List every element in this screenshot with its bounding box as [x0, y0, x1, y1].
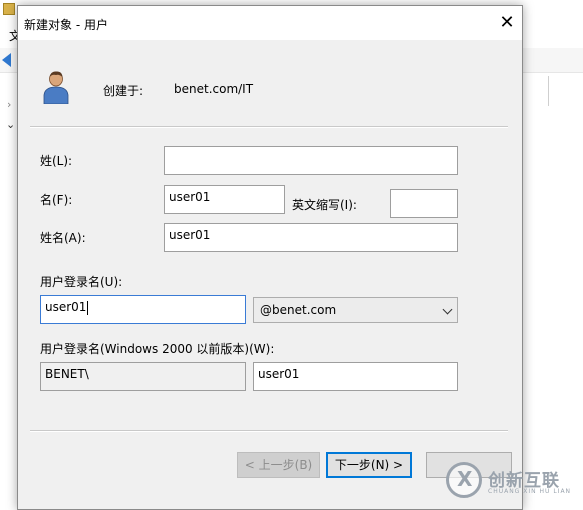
pre2000-logon-label: 用户登录名(Windows 2000 以前版本)(W): — [40, 342, 275, 356]
initials-label: 英文缩写(I): — [292, 198, 357, 212]
new-object-user-dialog: 新建对象 - 用户 ✕ 创建于: benet.com/IT 姓(L): 名(F)… — [17, 5, 523, 510]
pane-divider — [548, 76, 549, 106]
back-button[interactable]: < 上一步(B) — [237, 452, 320, 478]
logon-name-label: 用户登录名(U): — [40, 275, 123, 289]
app-icon — [3, 3, 15, 15]
first-name-label: 名(F): — [40, 193, 73, 207]
full-name-label: 姓名(A): — [40, 231, 86, 245]
first-name-field[interactable]: user01 — [164, 185, 285, 214]
user-icon — [43, 71, 69, 104]
full-name-field[interactable]: user01 — [164, 223, 458, 252]
close-icon[interactable]: ✕ — [494, 10, 520, 36]
chevron-down-icon — [442, 304, 453, 315]
next-button[interactable]: 下一步(N) > — [326, 452, 412, 478]
initials-field[interactable] — [390, 189, 458, 218]
last-name-label: 姓(L): — [40, 154, 73, 168]
back-arrow-icon[interactable] — [2, 53, 11, 67]
tree-collapse-icon[interactable]: ⌄ — [6, 118, 15, 131]
logon-name-value: user01 — [45, 300, 87, 314]
logon-name-field[interactable]: user01 — [40, 295, 246, 324]
pre2000-domain-field: BENET\ — [40, 362, 246, 391]
domain-suffix-value: @benet.com — [260, 303, 337, 317]
tree-expand-icon[interactable]: › — [7, 98, 11, 111]
dialog-titlebar: 新建对象 - 用户 ✕ — [18, 6, 522, 40]
dialog-title: 新建对象 - 用户 — [24, 18, 108, 32]
watermark-logo-icon: X — [446, 462, 482, 498]
watermark-logo: X 创新互联 CHUANG XIN HU LIAN — [446, 462, 578, 502]
separator-bottom — [30, 430, 508, 432]
created-in-label: 创建于: — [103, 84, 144, 98]
domain-suffix-select[interactable]: @benet.com — [253, 297, 458, 323]
watermark-subtext: CHUANG XIN HU LIAN — [488, 488, 572, 495]
created-in-value: benet.com/IT — [174, 82, 254, 96]
separator-top — [30, 126, 508, 128]
last-name-field[interactable] — [164, 146, 458, 175]
pre2000-logon-field[interactable]: user01 — [253, 362, 458, 391]
text-caret — [87, 300, 89, 315]
